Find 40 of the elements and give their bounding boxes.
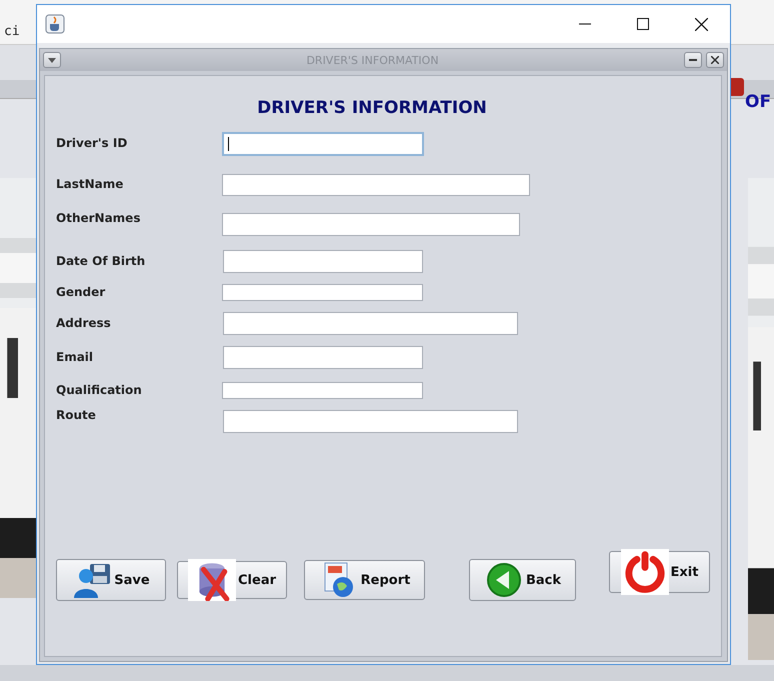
field-label: LastName xyxy=(56,177,124,191)
form-heading: DRIVER'S INFORMATION xyxy=(256,98,488,118)
field-label: OtherNames xyxy=(56,211,140,225)
power-icon xyxy=(620,549,669,595)
coffee-cup-icon xyxy=(45,14,65,34)
report-button[interactable]: Report xyxy=(304,560,425,600)
field-label: Date Of Birth xyxy=(56,254,146,268)
back-button[interactable]: Back xyxy=(469,559,576,601)
field-label: Driver's ID xyxy=(56,136,128,150)
maximize-icon xyxy=(637,18,649,30)
field-label: Address xyxy=(56,316,111,330)
close-icon xyxy=(711,56,719,64)
text-field[interactable] xyxy=(222,284,423,301)
toolbar-text: ci xyxy=(4,24,20,39)
field-label: Qualification xyxy=(56,383,142,397)
field-label: Gender xyxy=(56,285,106,299)
text-field[interactable] xyxy=(222,132,424,156)
minimize-icon xyxy=(579,23,591,25)
field-label: Email xyxy=(56,350,94,364)
text-field[interactable] xyxy=(222,382,423,399)
text-field[interactable] xyxy=(223,250,423,273)
close-button[interactable] xyxy=(706,52,724,68)
window-title: DRIVER'S INFORMATION xyxy=(305,54,440,66)
minimize-icon xyxy=(689,59,697,61)
heading-text: OF xyxy=(745,92,772,112)
text-field[interactable] xyxy=(222,213,520,236)
caret-icon xyxy=(48,58,56,62)
window-menu-button[interactable] xyxy=(43,52,61,68)
close-icon xyxy=(694,18,708,30)
exit-button[interactable]: Exit xyxy=(609,551,710,593)
save-button[interactable]: Save xyxy=(56,559,166,601)
text-field[interactable] xyxy=(223,312,518,335)
text-field[interactable] xyxy=(222,174,530,196)
text-field[interactable] xyxy=(223,410,518,433)
text-field[interactable] xyxy=(223,346,423,369)
minimize-button[interactable] xyxy=(684,52,702,68)
text-cursor xyxy=(228,137,229,151)
clear-button[interactable]: Clear xyxy=(177,561,287,599)
field-label: Route xyxy=(56,408,96,422)
cylinder-cross-icon xyxy=(188,559,236,601)
